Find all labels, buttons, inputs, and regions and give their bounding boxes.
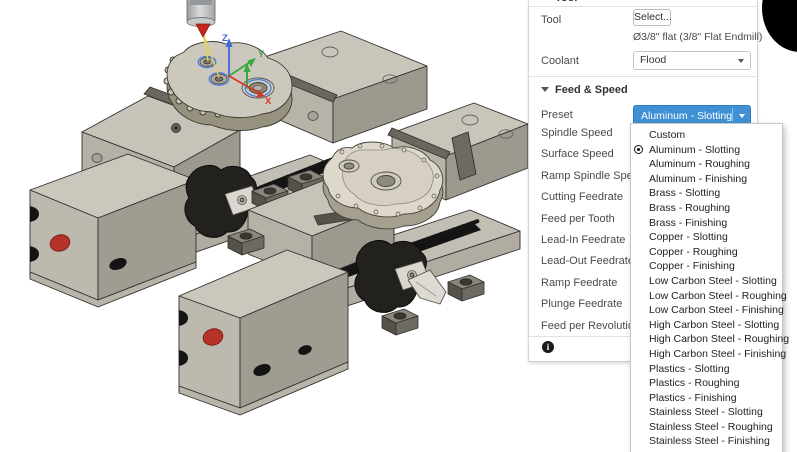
preset-option[interactable]: Copper - Finishing — [631, 259, 782, 274]
preset-option-selected[interactable]: Aluminum - Slotting — [631, 143, 782, 158]
preset-option[interactable]: High Carbon Steel - Slotting — [631, 318, 782, 333]
y-axis-label: Y — [258, 49, 265, 60]
preset-option[interactable]: Stainless Steel - Roughing — [631, 420, 782, 435]
preset-option-label: High Carbon Steel - Roughing — [649, 333, 790, 346]
preset-option-label: Brass - Finishing — [649, 216, 728, 229]
preset-option[interactable]: High Carbon Steel - Finishing — [631, 347, 786, 362]
preset-option-label: Aluminum - Slotting — [649, 143, 741, 156]
divider — [529, 6, 757, 7]
vise-2-front-body — [178, 249, 349, 416]
tool-label: Tool — [541, 14, 562, 26]
caret-down-icon — [541, 87, 549, 92]
step-clamp-block — [447, 274, 485, 302]
preset-option-label: Aluminum - Finishing — [649, 172, 748, 185]
preset-select[interactable]: Aluminum - Slotting — [633, 105, 751, 125]
preset-option-label: Stainless Steel - Slotting — [649, 406, 763, 419]
preset-option-label: Plastics - Finishing — [649, 391, 737, 404]
preset-option[interactable]: Stainless Steel - Slotting — [631, 405, 782, 420]
preset-option[interactable]: Aluminum - Finishing — [631, 172, 782, 187]
workpiece-2[interactable] — [313, 141, 444, 230]
x-axis-label: X — [265, 96, 272, 107]
preset-option[interactable]: Low Carbon Steel - Roughing — [631, 289, 787, 304]
divider — [529, 76, 757, 77]
app-window: Z Y X Tool Select... Ø3/8" flat (3/8" Fl… — [0, 0, 797, 452]
preset-option[interactable]: Plastics - Slotting — [631, 362, 782, 377]
preset-option-label: High Carbon Steel - Finishing — [649, 347, 787, 360]
viewport-3d[interactable]: Z Y X — [0, 0, 530, 452]
info-icon[interactable]: i — [542, 341, 554, 353]
tool-section-title: Tool — [555, 0, 577, 4]
preset-option[interactable]: Brass - Roughing — [631, 201, 782, 216]
preset-option[interactable]: Low Carbon Steel - Finishing — [631, 303, 784, 318]
preset-option-label: High Carbon Steel - Slotting — [649, 318, 780, 331]
preset-option-label: Low Carbon Steel - Slotting — [649, 274, 777, 287]
feed-speed-section-title: Feed & Speed — [555, 84, 628, 96]
divider — [732, 108, 733, 122]
coolant-value: Flood — [640, 54, 667, 66]
tool-select-button[interactable]: Select... — [633, 9, 672, 26]
vise-1-front-body — [29, 153, 197, 308]
preset-option-label: Custom — [649, 129, 686, 141]
step-clamp-block — [381, 308, 419, 336]
preset-option-label: Aluminum - Roughing — [649, 158, 750, 171]
preset-label: Preset — [541, 109, 573, 121]
preset-option-label: Brass - Roughing — [649, 201, 731, 214]
preset-option-label: Copper - Slotting — [649, 231, 728, 244]
preset-option[interactable]: Brass - Slotting — [631, 186, 782, 201]
preset-option[interactable]: Low Carbon Steel - Slotting — [631, 274, 782, 289]
radio-selected-icon — [634, 145, 643, 155]
preset-value: Aluminum - Slotting — [641, 110, 733, 122]
preset-option-label: Low Carbon Steel - Finishing — [649, 304, 784, 317]
cursor-blob — [762, 0, 797, 52]
preset-option-label: Stainless Steel - Finishing — [649, 435, 770, 448]
preset-option-label: Plastics - Slotting — [649, 362, 730, 375]
coolant-select[interactable]: Flood — [633, 51, 751, 70]
preset-option[interactable]: Copper - Roughing — [631, 245, 782, 260]
z-axis-label: Z — [222, 33, 228, 44]
preset-option[interactable]: Stainless Steel - Finishing — [631, 434, 782, 449]
tool-section-header[interactable]: Tool — [541, 0, 577, 4]
preset-option-label: Copper - Roughing — [649, 245, 738, 258]
preset-option-label: Brass - Slotting — [649, 187, 721, 200]
cutter-tool[interactable] — [186, 0, 216, 38]
preset-option[interactable]: Copper - Slotting — [631, 230, 782, 245]
preset-option[interactable]: Plastics - Finishing — [631, 391, 782, 406]
preset-option[interactable]: Brass - Finishing — [631, 216, 782, 231]
preset-dropdown-popup: Custom Aluminum - Slotting Aluminum - Ro… — [630, 123, 789, 452]
feed-speed-section-header[interactable]: Feed & Speed — [541, 84, 628, 96]
preset-option[interactable]: Plastics - Roughing — [631, 376, 782, 391]
preset-option[interactable]: Aluminum - Roughing — [631, 157, 782, 172]
preset-option-label: Plastics - Roughing — [649, 377, 740, 390]
preset-option[interactable]: High Carbon Steel - Roughing — [631, 332, 789, 347]
chevron-down-icon — [738, 59, 744, 63]
preset-option-label: Copper - Finishing — [649, 260, 735, 273]
preset-option[interactable]: Custom — [631, 128, 782, 143]
chevron-down-icon — [739, 114, 745, 118]
coolant-label: Coolant — [541, 55, 579, 67]
preset-option-label: Stainless Steel - Roughing — [649, 420, 773, 433]
tool-description: Ø3/8" flat (3/8" Flat Endmill) — [633, 31, 763, 43]
preset-option-label: Low Carbon Steel - Roughing — [649, 289, 787, 302]
tool-tip — [195, 23, 211, 38]
